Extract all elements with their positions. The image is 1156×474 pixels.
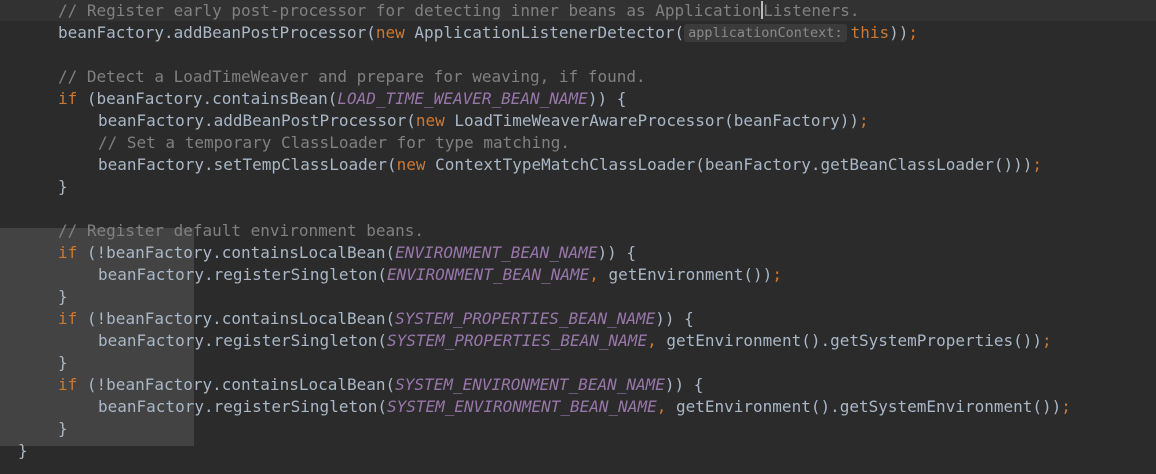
- code-token: (beanFactory.containsBean(: [86, 89, 338, 108]
- code-token: if: [58, 89, 87, 108]
- code-token: ;: [859, 111, 869, 130]
- code-token: SYSTEM_PROPERTIES_BEAN_NAME: [386, 331, 648, 350]
- code-line-add-weaver-processor[interactable]: beanFactory.addBeanPostProcessor(new Loa…: [98, 110, 869, 132]
- code-token: }: [58, 353, 68, 372]
- code-line-register-system-environment[interactable]: beanFactory.registerSingleton(SYSTEM_ENV…: [98, 396, 1071, 418]
- code-token: // Register early post-processor for det…: [58, 1, 762, 20]
- code-token: LOAD_TIME_WEAVER_BEAN_NAME: [337, 89, 588, 108]
- code-token: ;: [1042, 331, 1052, 350]
- code-line-close-brace[interactable]: }: [58, 418, 68, 440]
- code-token: (!beanFactory.containsLocalBean(: [86, 309, 396, 328]
- code-token: SYSTEM_ENVIRONMENT_BEAN_NAME: [386, 397, 657, 416]
- code-token: }: [58, 419, 68, 438]
- code-token: getEnvironment()): [608, 265, 773, 284]
- code-token: getEnvironment().getSystemProperties()): [666, 331, 1043, 350]
- code-token: ContextTypeMatchClassLoader(beanFactory.…: [435, 155, 1033, 174]
- code-line-register-system-properties[interactable]: beanFactory.registerSingleton(SYSTEM_PRO…: [98, 330, 1052, 352]
- code-line-close-brace[interactable]: }: [58, 286, 68, 308]
- code-token: ,: [656, 397, 676, 416]
- code-token: if: [58, 375, 87, 394]
- code-token: beanFactory.addBeanPostProcessor(: [98, 111, 416, 130]
- code-token: }: [18, 441, 28, 460]
- code-token: ENVIRONMENT_BEAN_NAME: [386, 265, 590, 284]
- code-token: // Set a temporary ClassLoader for type …: [98, 133, 571, 152]
- code-line-if-system-environment-bean[interactable]: if (!beanFactory.containsLocalBean(SYSTE…: [58, 374, 703, 396]
- code-token: beanFactory.registerSingleton(: [98, 265, 387, 284]
- code-editor[interactable]: // Register early post-processor for det…: [0, 0, 1156, 474]
- code-token: )) {: [655, 309, 694, 328]
- code-token: getEnvironment().getSystemEnvironment()): [675, 397, 1062, 416]
- code-line-method-close-brace[interactable]: }: [18, 440, 28, 462]
- code-line-comment-load-time-weaver[interactable]: // Detect a LoadTimeWeaver and prepare f…: [58, 66, 646, 88]
- code-token: ;: [908, 23, 919, 42]
- code-token: new: [396, 155, 436, 174]
- code-token: )) {: [587, 89, 627, 108]
- code-token: beanFactory.addBeanPostProcessor(: [58, 23, 376, 42]
- code-token: Listeners.: [763, 1, 860, 20]
- code-token: ;: [772, 265, 782, 284]
- code-line-comment-temp-classloader[interactable]: // Set a temporary ClassLoader for type …: [98, 132, 570, 154]
- code-token: ENVIRONMENT_BEAN_NAME: [395, 243, 598, 262]
- code-token: new: [375, 23, 415, 42]
- code-token: if: [58, 309, 87, 328]
- code-token: // Register default environment beans.: [58, 221, 425, 240]
- code-token: beanFactory.registerSingleton(: [98, 331, 387, 350]
- code-line-set-temp-classloader[interactable]: beanFactory.setTempClassLoader(new Conte…: [98, 154, 1042, 176]
- code-token: // Detect a LoadTimeWeaver and prepare f…: [58, 67, 646, 86]
- code-token: ;: [1032, 155, 1043, 174]
- code-token: }: [58, 287, 68, 306]
- code-token: )) {: [664, 375, 704, 394]
- code-token: )) {: [597, 243, 636, 262]
- code-token: ApplicationListenerDetector(: [414, 23, 685, 42]
- code-token: }: [58, 177, 68, 196]
- code-line-close-brace[interactable]: }: [58, 176, 68, 198]
- code-token: )): [889, 23, 909, 42]
- code-token: beanFactory.registerSingleton(: [98, 397, 387, 416]
- code-line-add-listener-detector[interactable]: beanFactory.addBeanPostProcessor(new App…: [58, 22, 918, 44]
- parameter-hint: applicationContext:: [684, 24, 847, 42]
- code-token: SYSTEM_PROPERTIES_BEAN_NAME: [395, 309, 656, 328]
- code-token: (!beanFactory.containsLocalBean(: [86, 243, 396, 262]
- code-token: ,: [589, 265, 609, 284]
- code-token: (!beanFactory.containsLocalBean(: [86, 375, 396, 394]
- code-token: this: [850, 23, 890, 42]
- code-line-comment-environment-beans[interactable]: // Register default environment beans.: [58, 220, 424, 242]
- code-token: if: [58, 243, 87, 262]
- code-line-if-contains-bean[interactable]: if (beanFactory.containsBean(LOAD_TIME_W…: [58, 88, 626, 110]
- code-token: LoadTimeWeaverAwareProcessor(beanFactory…: [454, 111, 859, 130]
- code-token: ;: [1061, 397, 1071, 416]
- code-token: new: [415, 111, 455, 130]
- code-token: beanFactory.setTempClassLoader(: [98, 155, 397, 174]
- code-line-close-brace[interactable]: }: [58, 352, 68, 374]
- code-token: ,: [647, 331, 667, 350]
- code-token: SYSTEM_ENVIRONMENT_BEAN_NAME: [395, 375, 665, 394]
- code-line-if-environment-bean[interactable]: if (!beanFactory.containsLocalBean(ENVIR…: [58, 242, 636, 264]
- code-line-if-system-properties-bean[interactable]: if (!beanFactory.containsLocalBean(SYSTE…: [58, 308, 694, 330]
- code-line-comment-register-listeners[interactable]: // Register early post-processor for det…: [58, 0, 860, 22]
- code-line-register-environment[interactable]: beanFactory.registerSingleton(ENVIRONMEN…: [98, 264, 782, 286]
